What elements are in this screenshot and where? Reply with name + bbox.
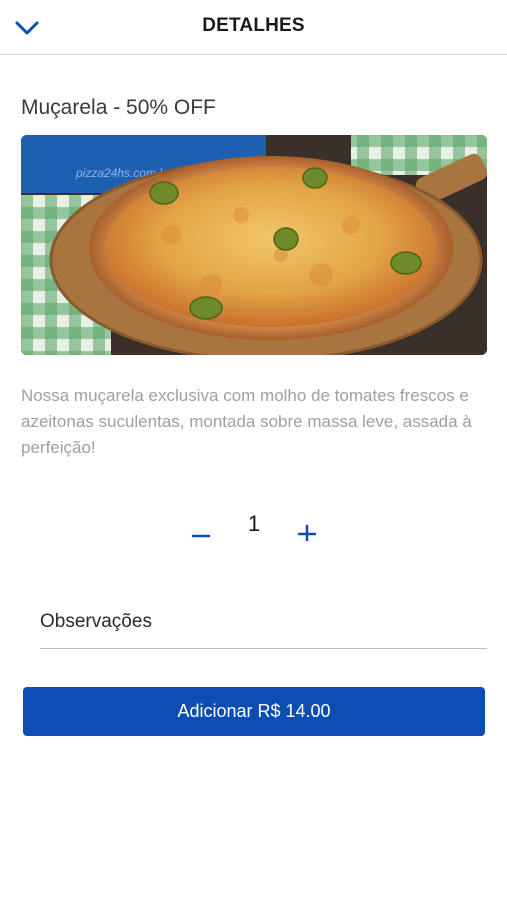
quantity-stepper: 1 <box>0 505 507 555</box>
add-to-cart-button[interactable]: Adicionar R$ 14.00 <box>23 687 485 736</box>
minus-icon <box>191 534 211 538</box>
product-name: Muçarela - 50% OFF <box>21 96 216 119</box>
observations-input[interactable] <box>40 595 487 649</box>
product-image: pizza24hs.com.br <box>21 135 487 355</box>
decrease-quantity-button[interactable] <box>186 513 216 547</box>
quantity-value: 1 <box>247 511 261 536</box>
header: DETALHES <box>0 0 507 55</box>
increase-quantity-button[interactable] <box>292 513 322 547</box>
plus-icon <box>297 524 317 541</box>
pizza-image: pizza24hs.com.br <box>21 135 487 355</box>
page-title: DETALHES <box>202 15 305 36</box>
product-description: Nossa muçarela exclusiva com molho de to… <box>21 386 472 457</box>
